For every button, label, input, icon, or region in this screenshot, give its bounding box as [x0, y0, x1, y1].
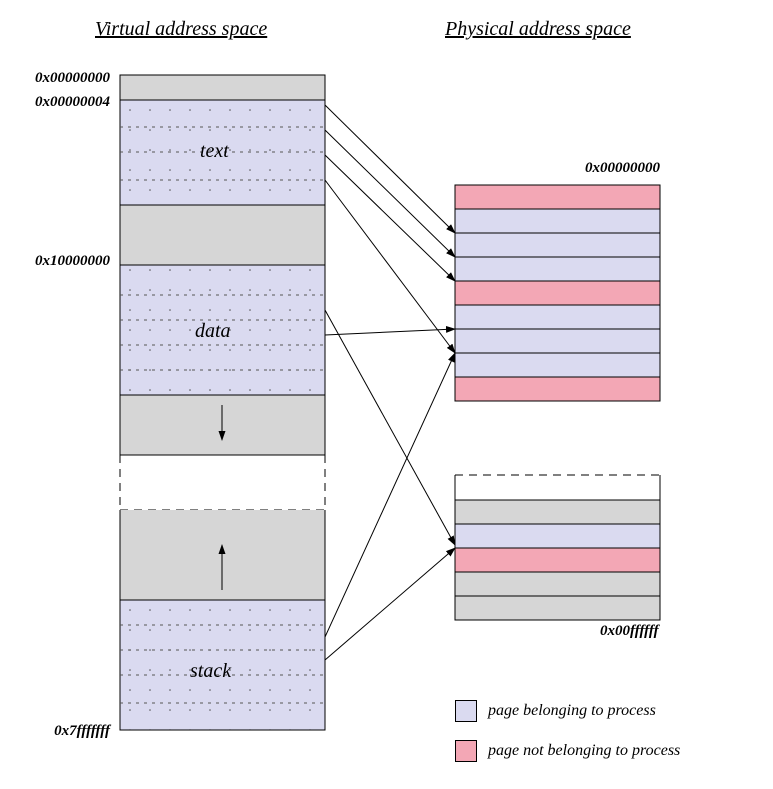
segment-text: text: [200, 140, 229, 163]
segment-data: data: [195, 320, 231, 343]
addr-virtual-0: 0x00000000: [0, 70, 110, 87]
title-virtual: Virtual address space: [95, 18, 267, 41]
addr-virtual-mid: 0x10000000: [0, 253, 110, 270]
segment-stack: stack: [190, 660, 231, 683]
addr-physical-bottom: 0x00ffffff: [600, 623, 710, 640]
title-physical: Physical address space: [445, 18, 631, 41]
legend-process: page belonging to process: [488, 702, 656, 720]
addr-virtual-4: 0x00000004: [0, 94, 110, 111]
legend-swatch-process: [455, 700, 477, 722]
physical-space-top: [455, 185, 660, 401]
legend-swatch-notprocess: [455, 740, 477, 762]
virtual-space: [120, 75, 325, 730]
physical-space-bottom: [455, 475, 660, 620]
addr-physical-top: 0x00000000: [585, 160, 695, 177]
diagram-canvas: [0, 0, 773, 789]
addr-virtual-bottom: 0x7fffffff: [0, 723, 110, 740]
legend-notprocess: page not belonging to process: [488, 742, 680, 760]
mapping-arrows: [325, 105, 455, 660]
